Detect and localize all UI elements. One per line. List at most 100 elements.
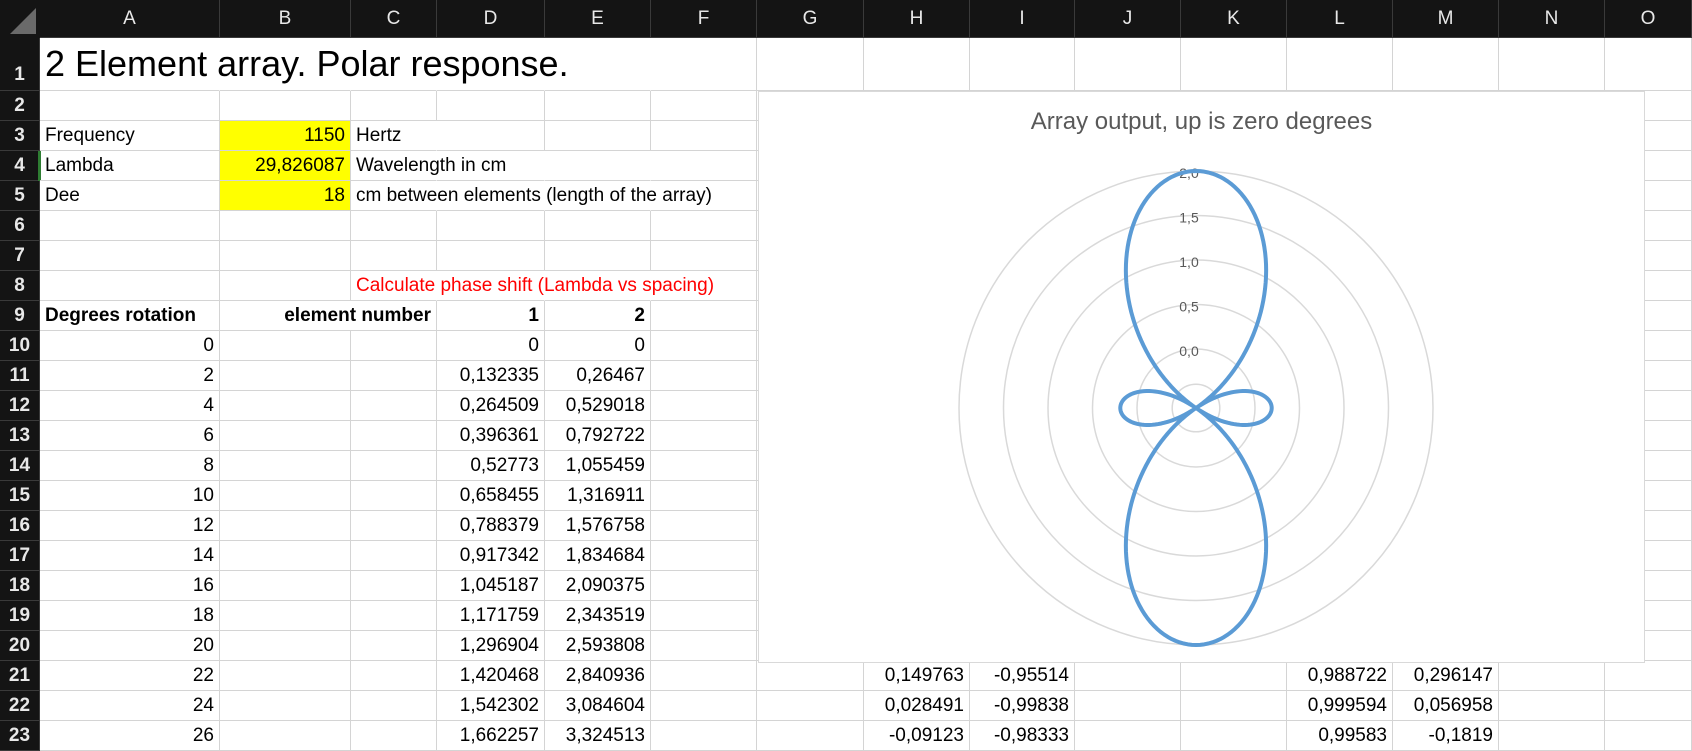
cell-F1[interactable] — [651, 38, 757, 91]
column-header-J[interactable]: J — [1075, 0, 1181, 38]
cell-B3[interactable]: 1150 — [220, 121, 351, 151]
cell-A3[interactable]: Frequency — [40, 121, 220, 151]
cell-B11[interactable] — [220, 361, 351, 391]
cell-C11[interactable] — [351, 361, 437, 391]
row-header-1[interactable]: 1 — [0, 38, 40, 91]
cell-D15[interactable]: 0,658455 — [437, 481, 545, 511]
cell-L23[interactable]: 0,99583 — [1287, 721, 1393, 751]
row-header-23[interactable]: 23 — [0, 721, 40, 751]
cell-F16[interactable] — [651, 511, 757, 541]
cell-H23[interactable]: -0,09123 — [864, 721, 970, 751]
cell-F20[interactable] — [651, 631, 757, 661]
cell-H1[interactable] — [864, 38, 970, 91]
row-header-9[interactable]: 9 — [0, 301, 40, 331]
cell-E22[interactable]: 3,084604 — [545, 691, 651, 721]
cell-I21[interactable]: -0,95514 — [970, 661, 1075, 691]
row-header-6[interactable]: 6 — [0, 211, 40, 241]
cell-F22[interactable] — [651, 691, 757, 721]
cell-F23[interactable] — [651, 721, 757, 751]
cell-K21[interactable] — [1181, 661, 1287, 691]
cell-D2[interactable] — [437, 91, 545, 121]
cell-A14[interactable]: 8 — [40, 451, 220, 481]
cell-B19[interactable] — [220, 601, 351, 631]
cell-D6[interactable] — [437, 211, 545, 241]
cell-A1[interactable]: 2 Element array. Polar response. — [40, 38, 569, 91]
cell-D10[interactable]: 0 — [437, 331, 545, 361]
cell-E2[interactable] — [545, 91, 651, 121]
cell-C17[interactable] — [351, 541, 437, 571]
cell-A21[interactable]: 22 — [40, 661, 220, 691]
cell-A12[interactable]: 4 — [40, 391, 220, 421]
cell-C1[interactable] — [351, 38, 437, 91]
column-header-B[interactable]: B — [220, 0, 351, 38]
cell-N23[interactable] — [1499, 721, 1605, 751]
cell-O1[interactable] — [1605, 38, 1692, 91]
cell-N21[interactable] — [1499, 661, 1605, 691]
row-header-16[interactable]: 16 — [0, 511, 40, 541]
column-header-N[interactable]: N — [1499, 0, 1605, 38]
cell-O22[interactable] — [1605, 691, 1692, 721]
cell-C6[interactable] — [351, 211, 437, 241]
row-header-10[interactable]: 10 — [0, 331, 40, 361]
cell-F7[interactable] — [651, 241, 757, 271]
column-header-C[interactable]: C — [351, 0, 437, 38]
cell-C16[interactable] — [351, 511, 437, 541]
cell-E13[interactable]: 0,792722 — [545, 421, 651, 451]
select-all-corner[interactable] — [0, 0, 40, 38]
cell-F17[interactable] — [651, 541, 757, 571]
cell-J23[interactable] — [1075, 721, 1181, 751]
column-header-K[interactable]: K — [1181, 0, 1287, 38]
row-header-13[interactable]: 13 — [0, 421, 40, 451]
cell-D7[interactable] — [437, 241, 545, 271]
cell-B5[interactable]: 18 — [220, 181, 351, 211]
row-header-5[interactable]: 5 — [0, 181, 40, 211]
cell-C20[interactable] — [351, 631, 437, 661]
row-header-14[interactable]: 14 — [0, 451, 40, 481]
cell-F14[interactable] — [651, 451, 757, 481]
cell-E9[interactable]: 2 — [545, 301, 651, 331]
row-header-19[interactable]: 19 — [0, 601, 40, 631]
cell-D8[interactable] — [437, 271, 545, 301]
cell-E8[interactable] — [545, 271, 651, 301]
cell-G1[interactable] — [757, 38, 864, 91]
cell-E21[interactable]: 2,840936 — [545, 661, 651, 691]
cell-D13[interactable]: 0,396361 — [437, 421, 545, 451]
cell-B23[interactable] — [220, 721, 351, 751]
cell-E15[interactable]: 1,316911 — [545, 481, 651, 511]
cell-E14[interactable]: 1,055459 — [545, 451, 651, 481]
row-header-22[interactable]: 22 — [0, 691, 40, 721]
cell-D16[interactable]: 0,788379 — [437, 511, 545, 541]
cell-K23[interactable] — [1181, 721, 1287, 751]
row-header-3[interactable]: 3 — [0, 121, 40, 151]
cell-A18[interactable]: 16 — [40, 571, 220, 601]
cell-A4[interactable]: Lambda — [40, 151, 220, 181]
cell-C2[interactable] — [351, 91, 437, 121]
cell-D21[interactable]: 1,420468 — [437, 661, 545, 691]
cell-K22[interactable] — [1181, 691, 1287, 721]
cell-E18[interactable]: 2,090375 — [545, 571, 651, 601]
column-header-L[interactable]: L — [1287, 0, 1393, 38]
cell-D4[interactable] — [437, 151, 545, 181]
cell-F15[interactable] — [651, 481, 757, 511]
cell-C18[interactable] — [351, 571, 437, 601]
cell-B15[interactable] — [220, 481, 351, 511]
cell-O23[interactable] — [1605, 721, 1692, 751]
cell-A5[interactable]: Dee — [40, 181, 220, 211]
cell-C3[interactable]: Hertz — [351, 121, 437, 151]
column-header-H[interactable]: H — [864, 0, 970, 38]
row-header-18[interactable]: 18 — [0, 571, 40, 601]
cell-B4[interactable]: 29,826087 — [220, 151, 351, 181]
cell-F13[interactable] — [651, 421, 757, 451]
cell-N1[interactable] — [1499, 38, 1605, 91]
cell-F5[interactable] — [651, 181, 757, 211]
cell-C21[interactable] — [351, 661, 437, 691]
cell-J22[interactable] — [1075, 691, 1181, 721]
cell-D17[interactable]: 0,917342 — [437, 541, 545, 571]
cell-A11[interactable]: 2 — [40, 361, 220, 391]
cell-A7[interactable] — [40, 241, 220, 271]
cell-F21[interactable] — [651, 661, 757, 691]
cell-E12[interactable]: 0,529018 — [545, 391, 651, 421]
cell-E11[interactable]: 0,26467 — [545, 361, 651, 391]
cell-I22[interactable]: -0,99838 — [970, 691, 1075, 721]
cell-C12[interactable] — [351, 391, 437, 421]
